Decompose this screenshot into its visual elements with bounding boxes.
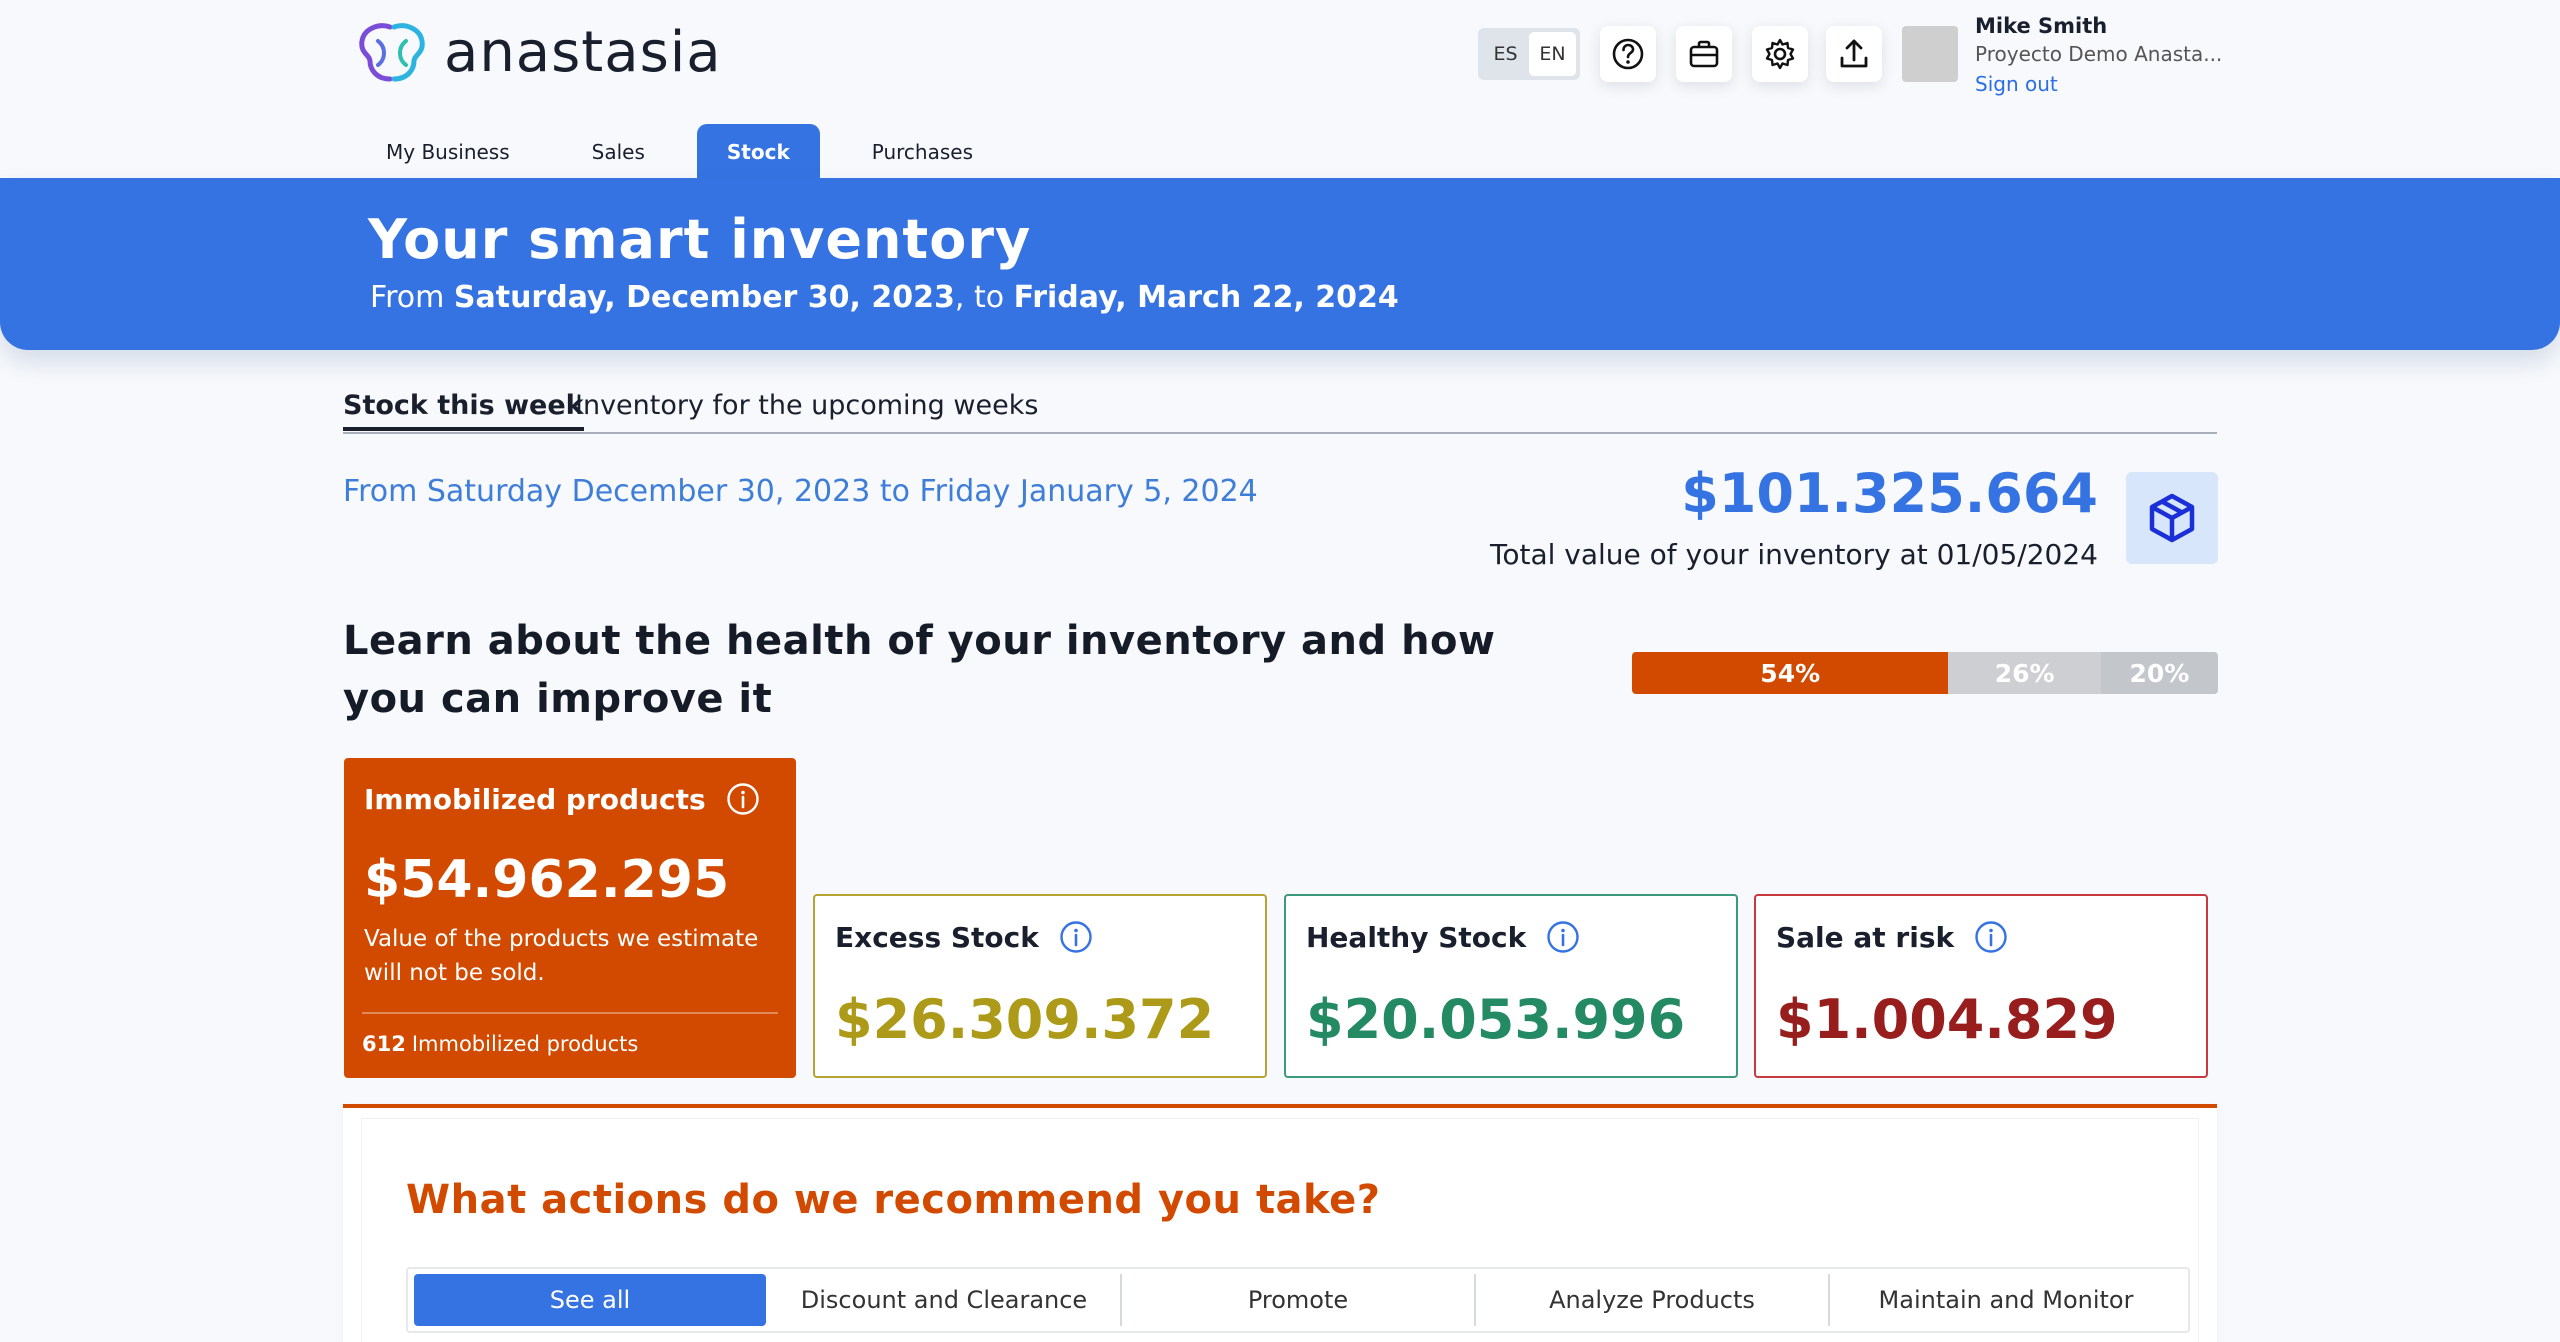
language-switch: ES EN xyxy=(1478,28,1580,80)
immobilized-card-title: Immobilized products xyxy=(364,782,706,816)
risk-card-title: Sale at risk xyxy=(1776,920,1955,954)
sign-out-link[interactable]: Sign out xyxy=(1975,72,2058,96)
filter-discount-clearance[interactable]: Discount and Clearance xyxy=(768,1274,1122,1326)
health-title: Learn about the health of your inventory… xyxy=(343,618,1496,722)
help-button[interactable] xyxy=(1600,26,1656,82)
health-bar-excess-label: 26% xyxy=(1994,658,2055,688)
lang-es-option[interactable]: ES xyxy=(1482,32,1529,76)
risk-card-header: Sale at risk xyxy=(1776,920,2008,954)
stock-subtabs: Stock this week Inventory for the upcomi… xyxy=(343,390,2217,434)
excess-card-header: Excess Stock xyxy=(835,920,1093,954)
tab-my-business[interactable]: My Business xyxy=(356,124,540,180)
brand-name: anastasia xyxy=(444,20,722,85)
start-date: Saturday, December 30, 2023 xyxy=(453,280,955,315)
upload-icon xyxy=(1840,39,1868,68)
range-from: From Saturday December 30, 2023 xyxy=(343,474,871,509)
subtab-upcoming-weeks[interactable]: Inventory for the upcoming weeks xyxy=(575,390,1038,421)
risk-value: $1.004.829 xyxy=(1776,988,2118,1051)
main-nav-tabs: My Business Sales Stock Purchases xyxy=(356,124,1025,180)
health-bar-immobilized-label: 54% xyxy=(1760,658,1821,688)
health-bar-excess: 26% xyxy=(1948,652,2101,694)
immobilized-count-row: 612 Immobilized products xyxy=(362,1032,638,1056)
range-to: to xyxy=(879,474,910,509)
briefcase-icon xyxy=(1689,40,1719,68)
briefcase-button[interactable] xyxy=(1676,26,1732,82)
recommended-actions-section: What actions do we recommend you take? S… xyxy=(343,1104,2217,1342)
end-date: Friday, March 22, 2024 xyxy=(1013,280,1399,315)
healthy-card-title: Healthy Stock xyxy=(1306,920,1527,954)
actions-panel: What actions do we recommend you take? S… xyxy=(361,1118,2199,1342)
help-icon xyxy=(1612,38,1644,70)
user-name: Mike Smith xyxy=(1975,14,2108,38)
filter-promote[interactable]: Promote xyxy=(1122,1274,1476,1326)
filter-maintain-monitor[interactable]: Maintain and Monitor xyxy=(1830,1274,2182,1326)
date-range-subtitle: From Saturday, December 30, 2023, to Fri… xyxy=(370,280,1399,315)
health-bar-immobilized: 54% xyxy=(1632,652,1949,694)
gear-icon xyxy=(1765,38,1795,70)
from-label: From xyxy=(370,280,445,315)
brand-logo[interactable]: anastasia xyxy=(356,20,722,85)
actions-title: What actions do we recommend you take? xyxy=(406,1177,1381,1223)
anastasia-logo-icon xyxy=(359,22,425,81)
healthy-card-header: Healthy Stock xyxy=(1306,920,1580,954)
user-project: Proyecto Demo Anasta... xyxy=(1975,42,2223,66)
inventory-badge xyxy=(2126,472,2218,564)
total-inventory-label: Total value of your inventory at 01/05/2… xyxy=(1489,538,2098,571)
lang-en-option[interactable]: EN xyxy=(1529,32,1576,76)
top-header: anastasia ES EN Mike Smith Proyecto Demo… xyxy=(0,0,2560,180)
page: anastasia ES EN Mike Smith Proyecto Demo… xyxy=(0,0,2560,1342)
range-end: Friday January 5, 2024 xyxy=(919,474,1258,509)
immobilized-card-header: Immobilized products xyxy=(364,782,760,816)
cube-icon xyxy=(2149,493,2195,543)
info-icon[interactable] xyxy=(1974,920,2008,954)
tab-sales[interactable]: Sales xyxy=(562,124,675,180)
health-bar-healthy-label: 20% xyxy=(2129,658,2190,688)
info-icon[interactable] xyxy=(726,782,760,816)
info-icon[interactable] xyxy=(1059,920,1093,954)
immobilized-count: 612 xyxy=(362,1032,406,1056)
total-inventory-value: $101.325.664 xyxy=(1681,462,2098,525)
user-avatar[interactable] xyxy=(1902,26,1958,82)
tab-purchases[interactable]: Purchases xyxy=(842,124,1003,180)
sale-at-risk-card[interactable]: Sale at risk $1.004.829 xyxy=(1754,894,2208,1078)
excess-card-title: Excess Stock xyxy=(835,920,1039,954)
immobilized-count-label: Immobilized products xyxy=(411,1032,639,1056)
info-icon[interactable] xyxy=(1546,920,1580,954)
settings-button[interactable] xyxy=(1752,26,1808,82)
divider xyxy=(362,1012,778,1014)
healthy-value: $20.053.996 xyxy=(1306,988,1686,1051)
upload-button[interactable] xyxy=(1826,26,1882,82)
page-title: Your smart inventory xyxy=(368,208,1032,271)
action-filters: See all Discount and Clearance Promote A… xyxy=(406,1267,2190,1333)
filter-see-all[interactable]: See all xyxy=(414,1274,766,1326)
filter-analyze-products[interactable]: Analyze Products xyxy=(1476,1274,1830,1326)
excess-stock-card[interactable]: Excess Stock $26.309.372 xyxy=(813,894,1267,1078)
week-range: From Saturday December 30, 2023 to Frida… xyxy=(343,474,1258,509)
immobilized-description: Value of the products we estimate will n… xyxy=(364,926,759,986)
inventory-health-bar: 54% 26% 20% xyxy=(1632,652,2218,694)
immobilized-value: $54.962.295 xyxy=(364,850,730,910)
tab-stock[interactable]: Stock xyxy=(696,124,820,180)
healthy-stock-card[interactable]: Healthy Stock $20.053.996 xyxy=(1284,894,1738,1078)
subtab-stock-this-week[interactable]: Stock this week xyxy=(343,390,584,431)
excess-value: $26.309.372 xyxy=(835,988,1215,1051)
health-bar-healthy: 20% xyxy=(2100,652,2218,694)
page-banner: Your smart inventory From Saturday, Dece… xyxy=(0,178,2560,350)
to-label: , to xyxy=(954,280,1005,315)
immobilized-card[interactable]: Immobilized products $54.962.295 Value o… xyxy=(344,758,796,1078)
